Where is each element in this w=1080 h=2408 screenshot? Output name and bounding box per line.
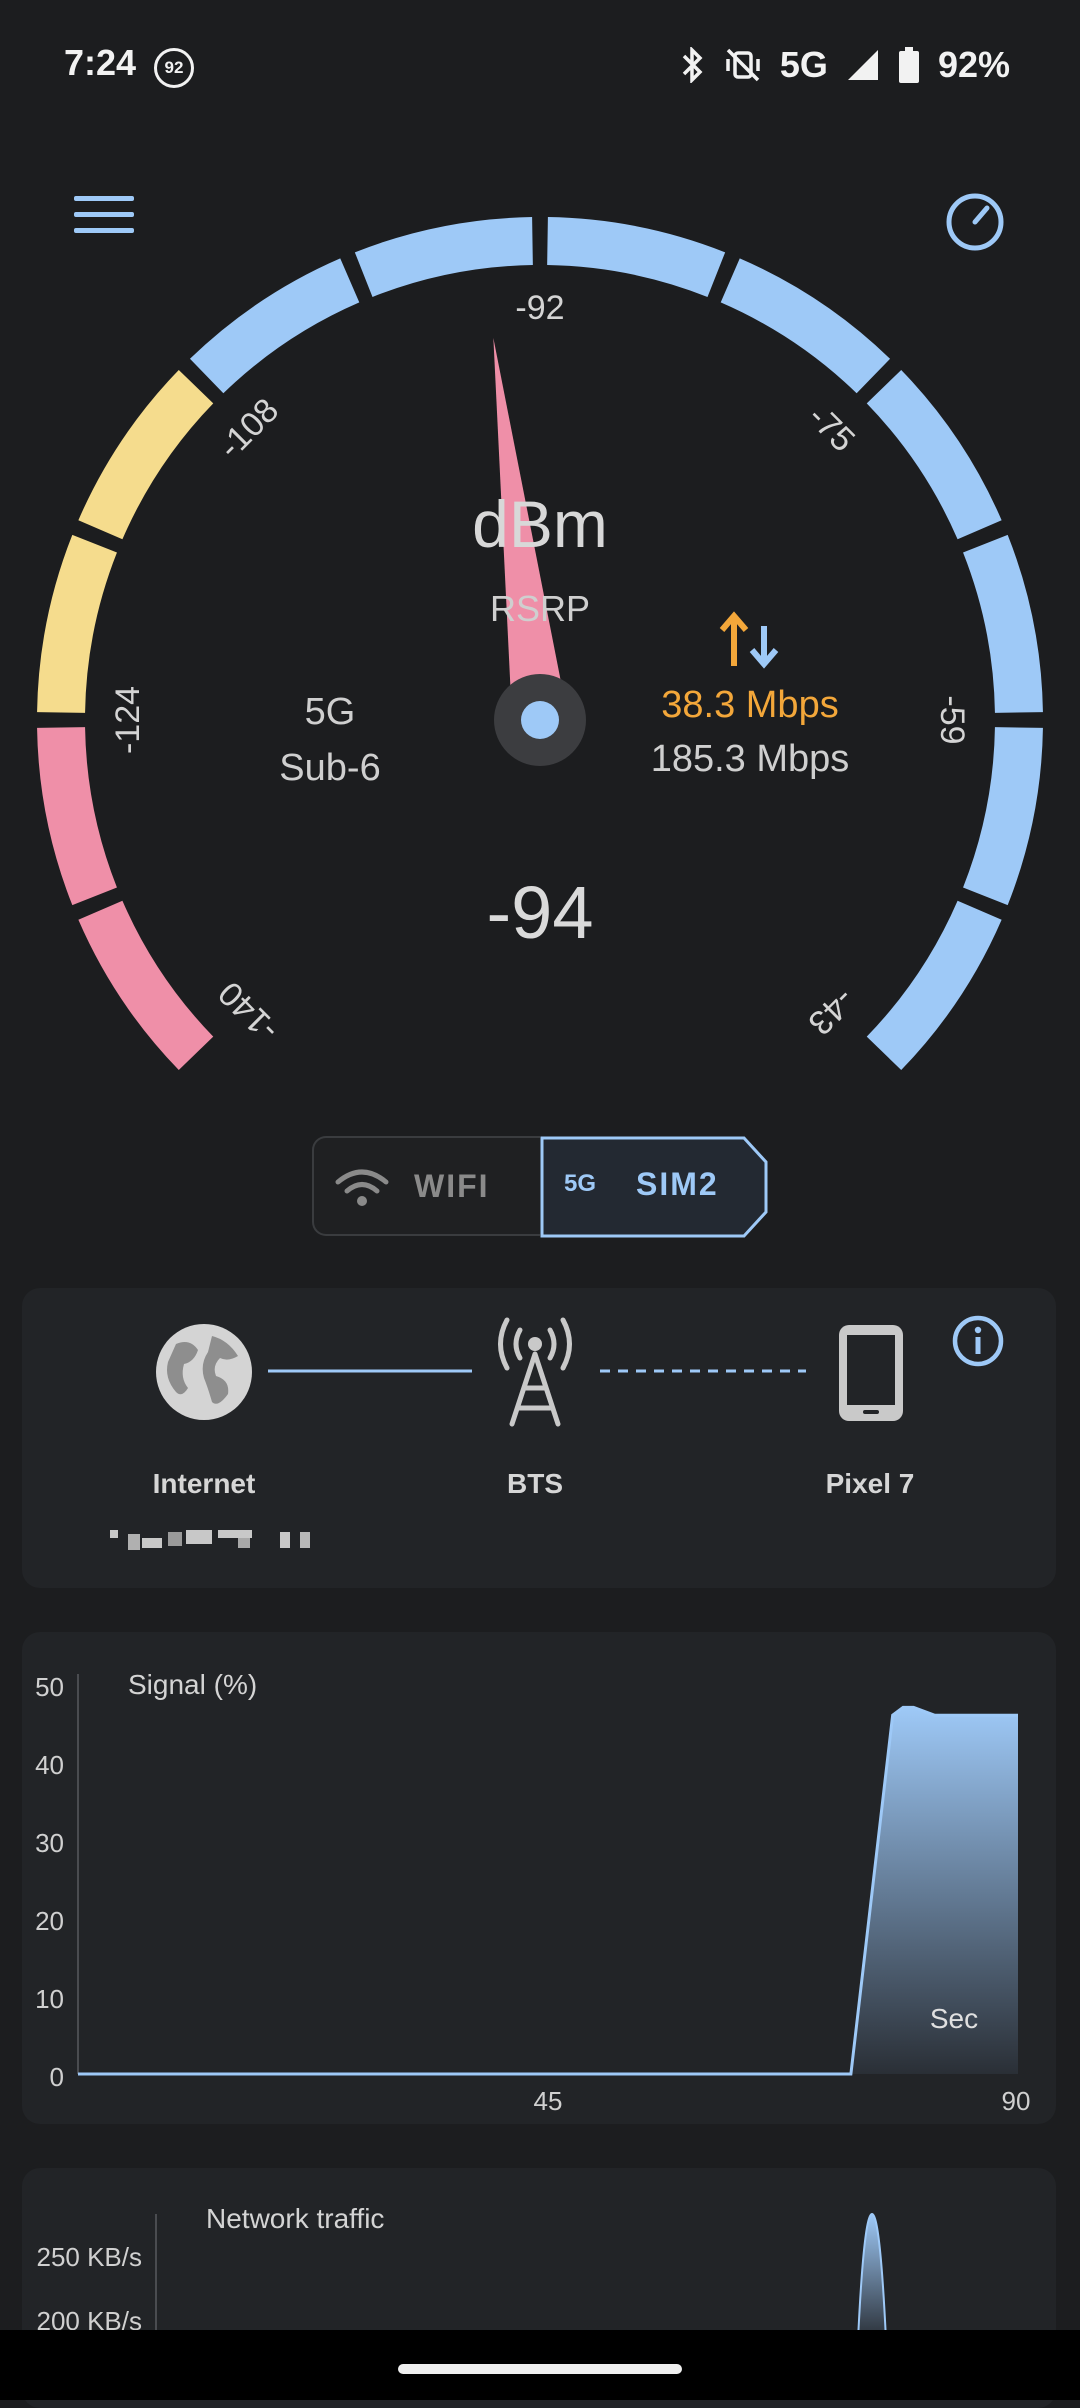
traffic-chart: Network traffic250 KB/s200 KB/s — [36, 2203, 888, 2341]
gesture-nav-bar[interactable] — [398, 2364, 682, 2374]
traffic-series-spike — [856, 2212, 888, 2341]
traffic-chart-title: Network traffic — [206, 2203, 384, 2234]
traffic-y-tick: 250 KB/s — [36, 2242, 142, 2272]
